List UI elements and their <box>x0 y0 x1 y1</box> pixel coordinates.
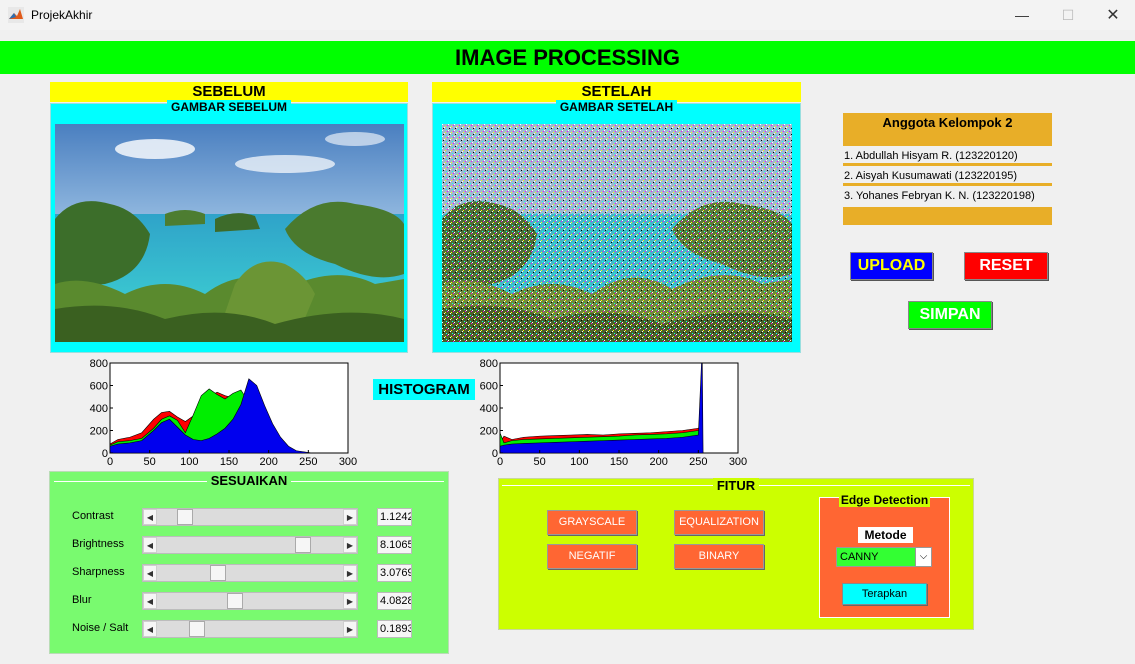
upload-button[interactable]: UPLOAD <box>850 252 933 280</box>
slider-contrast[interactable]: ◀ ▶ <box>142 508 358 526</box>
y-tick-label: 400 <box>90 403 108 415</box>
apply-button[interactable]: Terapkan <box>842 583 927 605</box>
y-tick-label: 800 <box>480 358 498 370</box>
chevron-right-icon[interactable]: ▶ <box>343 565 357 581</box>
slider-blur[interactable]: ◀ ▶ <box>142 592 358 610</box>
adjust-panel: SESUAIKAN Contrast ◀ ▶ 1.1242 Brightness ◀ ▶ 8.… <box>49 471 449 654</box>
slider-noise-salt[interactable]: ◀ ▶ <box>142 620 358 638</box>
slider-label: Blur <box>72 594 92 606</box>
chevron-left-icon[interactable]: ◀ <box>143 509 157 525</box>
y-tick-label: 800 <box>90 358 108 370</box>
member-item: 1. Abdullah Hisyam R. (123220120) <box>843 146 1052 166</box>
negatif-button[interactable]: NEGATIF <box>547 544 637 569</box>
before-panel-title: GAMBAR SEBELUM <box>167 100 291 114</box>
slider-thumb[interactable] <box>226 593 243 609</box>
x-tick-label: 200 <box>649 456 667 468</box>
slider-thumb[interactable] <box>189 621 206 637</box>
slider-thumb[interactable] <box>209 565 226 581</box>
after-panel-title: GAMBAR SETELAH <box>555 100 678 114</box>
y-tick-label: 600 <box>90 381 108 393</box>
x-tick-label: 150 <box>610 456 628 468</box>
slider-sharpness[interactable]: ◀ ▶ <box>142 564 358 582</box>
chevron-left-icon[interactable]: ◀ <box>143 593 157 609</box>
x-tick-label: 50 <box>144 456 156 468</box>
y-tick-label: 200 <box>480 426 498 438</box>
binary-button[interactable]: BINARY <box>674 544 764 569</box>
method-label: Metode <box>858 527 913 543</box>
before-label: SEBELUM <box>50 82 408 102</box>
adjust-panel-title: SESUAIKAN <box>206 473 292 488</box>
y-tick-label: 400 <box>480 403 498 415</box>
slider-thumb[interactable] <box>177 509 194 525</box>
x-tick-label: 300 <box>339 456 357 468</box>
slider-label: Brightness <box>72 538 124 550</box>
member-item: 2. Aisyah Kusumawati (123220195) <box>843 166 1052 186</box>
chevron-right-icon[interactable]: ▶ <box>343 621 357 637</box>
x-tick-label: 150 <box>220 456 238 468</box>
members-footer <box>843 207 1052 225</box>
chevron-left-icon[interactable]: ◀ <box>143 565 157 581</box>
after-label: SETELAH <box>432 82 801 102</box>
method-select[interactable]: CANNY ⌵ <box>836 547 932 567</box>
histogram-label: HISTOGRAM <box>373 379 475 400</box>
slider-value-field[interactable]: 8.1065 <box>377 536 412 554</box>
slider-value-field[interactable]: 3.0769 <box>377 564 412 582</box>
slider-value-field[interactable]: 4.0828 <box>377 592 412 610</box>
y-tick-label: 600 <box>480 381 498 393</box>
slider-value-field[interactable]: 0.1893 <box>377 620 412 638</box>
before-image <box>55 124 404 342</box>
x-tick-label: 250 <box>299 456 317 468</box>
close-button[interactable]: ✕ <box>1090 0 1135 30</box>
x-tick-label: 200 <box>259 456 277 468</box>
x-tick-label: 300 <box>729 456 747 468</box>
edge-detection-panel: Edge Detection Metode CANNY ⌵ Terapkan <box>819 493 950 618</box>
slider-label: Noise / Salt <box>72 622 129 634</box>
after-image <box>442 124 792 342</box>
slider-value-field[interactable]: 1.1242 <box>377 508 412 526</box>
slider-label: Contrast <box>72 510 114 522</box>
slider-thumb[interactable] <box>294 537 311 553</box>
member-item: 3. Yohanes Febryan K. N. (123220198) <box>843 186 1052 207</box>
reset-button[interactable]: RESET <box>964 252 1048 280</box>
y-tick-label: 0 <box>102 448 108 460</box>
chevron-right-icon[interactable]: ▶ <box>343 593 357 609</box>
histogram-before: 0 50 100 150 200 250 3000200400600800 <box>90 358 358 468</box>
slider-brightness[interactable]: ◀ ▶ <box>142 536 358 554</box>
matlab-icon <box>8 7 24 23</box>
edge-detection-title: Edge Detection <box>838 493 931 507</box>
grayscale-button[interactable]: GRAYSCALE <box>547 510 637 535</box>
x-tick-label: 50 <box>534 456 546 468</box>
minimize-button[interactable]: — <box>999 0 1045 30</box>
x-tick-label: 100 <box>570 456 588 468</box>
members-title: Anggota Kelompok 2 <box>843 113 1052 146</box>
chevron-down-icon[interactable]: ⌵ <box>915 548 931 566</box>
features-panel-title: FITUR <box>712 478 760 493</box>
x-tick-label: 100 <box>180 456 198 468</box>
slider-label: Sharpness <box>72 566 125 578</box>
equalization-button[interactable]: EQUALIZATION <box>674 510 764 535</box>
window-title: ProjekAkhir <box>31 8 93 22</box>
chevron-left-icon[interactable]: ◀ <box>143 537 157 553</box>
y-tick-label: 200 <box>90 426 108 438</box>
chevron-right-icon[interactable]: ▶ <box>343 537 357 553</box>
group-members-panel: Anggota Kelompok 2 1. Abdullah Hisyam R.… <box>843 113 1052 225</box>
chevron-right-icon[interactable]: ▶ <box>343 509 357 525</box>
before-image-panel: GAMBAR SEBELUM <box>50 100 408 353</box>
after-image-panel: GAMBAR SETELAH <box>432 100 801 353</box>
page-title: IMAGE PROCESSING <box>0 41 1135 74</box>
window-titlebar: ProjekAkhir — ☐ ✕ <box>0 0 1135 30</box>
simpan-button[interactable]: SIMPAN <box>908 301 992 329</box>
x-tick-label: 250 <box>689 456 707 468</box>
maximize-button[interactable]: ☐ <box>1045 0 1091 30</box>
method-select-value: CANNY <box>840 551 879 563</box>
chevron-left-icon[interactable]: ◀ <box>143 621 157 637</box>
y-tick-label: 0 <box>492 448 498 460</box>
histogram-after: 0 50 100 150 200 250 3000200400600800 <box>480 358 748 468</box>
